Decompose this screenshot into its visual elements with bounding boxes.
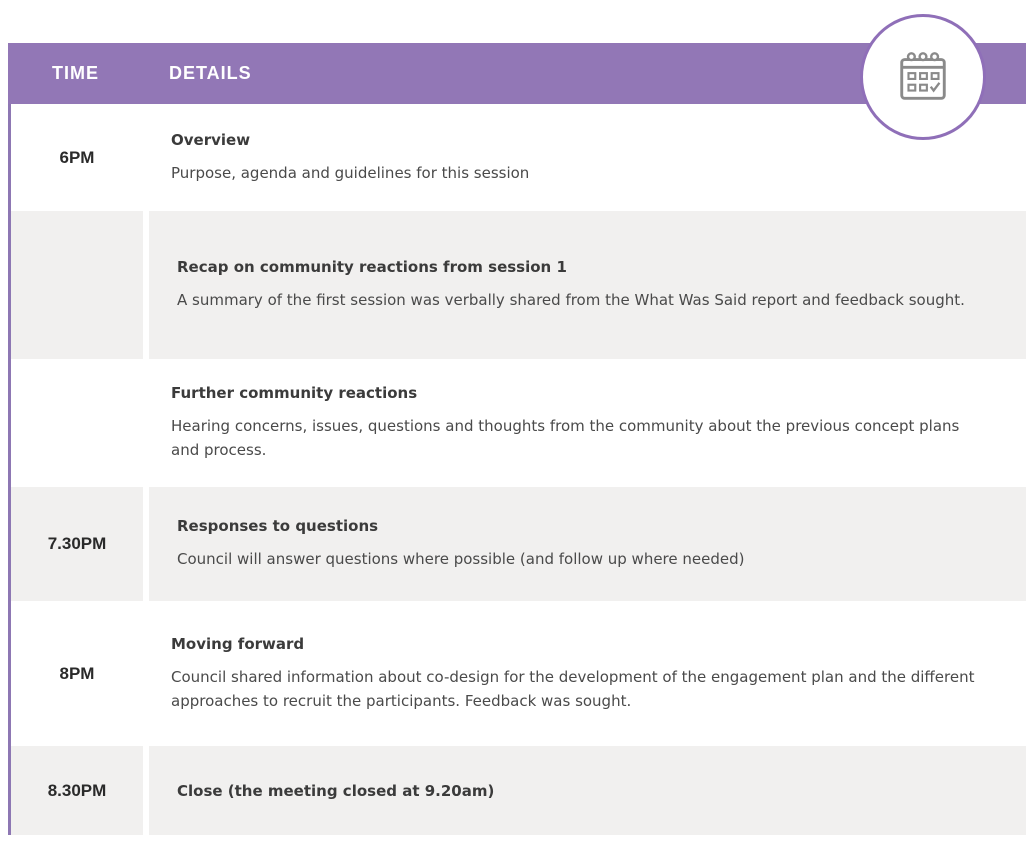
details-cell: Close (the meeting closed at 9.20am) <box>143 746 1026 835</box>
item-description: Hearing concerns, issues, questions and … <box>171 417 960 459</box>
agenda-row: Further community reactions Hearing conc… <box>11 359 1026 487</box>
item-description: A summary of the first session was verba… <box>177 291 965 309</box>
item-description: Council will answer questions where poss… <box>177 550 745 568</box>
details-cell: Moving forward Council shared informatio… <box>143 601 1026 746</box>
agenda-row: 6PM Overview Purpose, agenda and guideli… <box>11 104 1026 211</box>
item-title: Moving forward <box>171 634 305 653</box>
details-column-header: DETAILS <box>169 63 252 83</box>
agenda-row: 7.30PM Responses to questions Council wi… <box>11 487 1026 601</box>
agenda-rows: 6PM Overview Purpose, agenda and guideli… <box>8 104 1026 835</box>
time-cell <box>11 211 143 359</box>
time-cell: 6PM <box>59 147 95 167</box>
item-title: Recap on community reactions from sessio… <box>177 258 567 276</box>
item-description: Purpose, agenda and guidelines for this … <box>171 163 530 182</box>
time-cell: 7.30PM <box>11 487 143 601</box>
time-column-header: TIME <box>52 63 99 83</box>
agenda-row: 8PM Moving forward Council shared inform… <box>11 601 1026 746</box>
item-title: Responses to questions <box>177 517 379 535</box>
item-title: Further community reactions <box>171 384 418 402</box>
details-cell: Recap on community reactions from sessio… <box>143 211 1026 359</box>
agenda-row: Recap on community reactions from sessio… <box>11 211 1026 359</box>
time-cell: 8PM <box>59 663 95 683</box>
item-title: Overview <box>171 130 251 149</box>
agenda-row: 8.30PM Close (the meeting closed at 9.20… <box>11 746 1026 835</box>
details-cell: Further community reactions Hearing conc… <box>143 359 1026 487</box>
calendar-icon <box>900 52 946 100</box>
item-title: Close (the meeting closed at 9.20am) <box>177 781 495 800</box>
details-cell: Responses to questions Council will answ… <box>143 487 1026 601</box>
time-cell <box>11 359 143 487</box>
agenda-table: TIME DETAILS 6PM Overview Purpose, agend… <box>8 43 1026 835</box>
time-cell: 8.30PM <box>11 746 143 835</box>
calendar-badge <box>860 14 986 140</box>
item-description: Council shared information about co-desi… <box>171 667 975 710</box>
